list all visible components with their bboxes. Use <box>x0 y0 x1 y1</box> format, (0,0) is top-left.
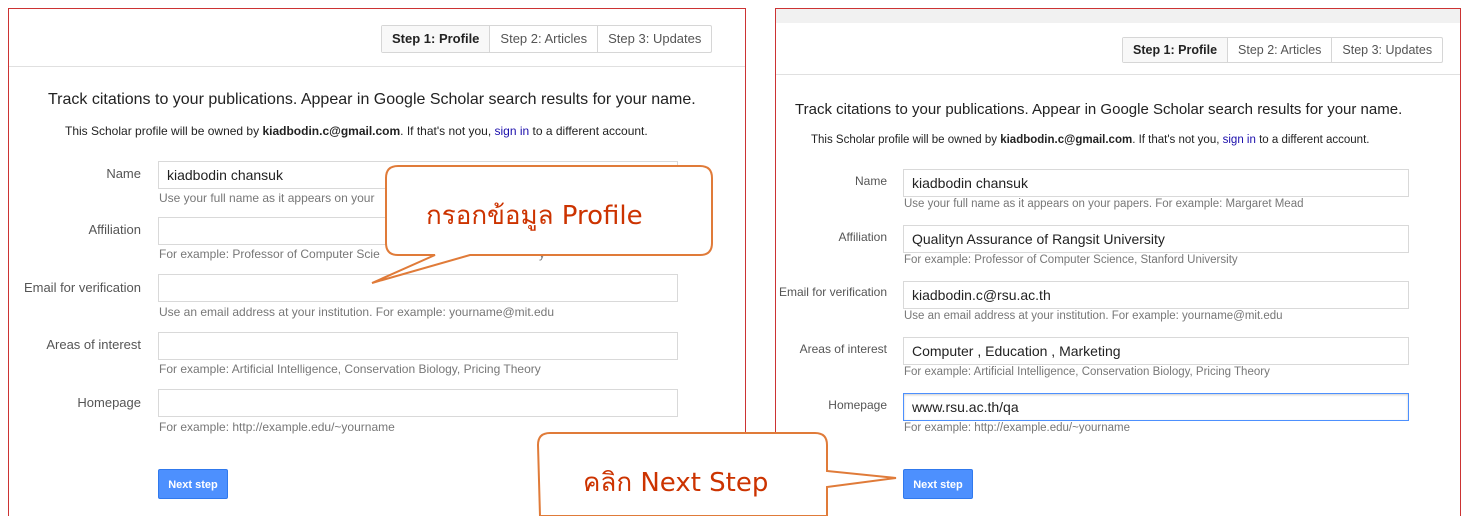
callout-shapes <box>371 165 897 516</box>
next-callout-text: คลิก Next Step <box>583 468 769 498</box>
profile-callout-text: กรอกข้อมูล Profile <box>426 201 643 231</box>
